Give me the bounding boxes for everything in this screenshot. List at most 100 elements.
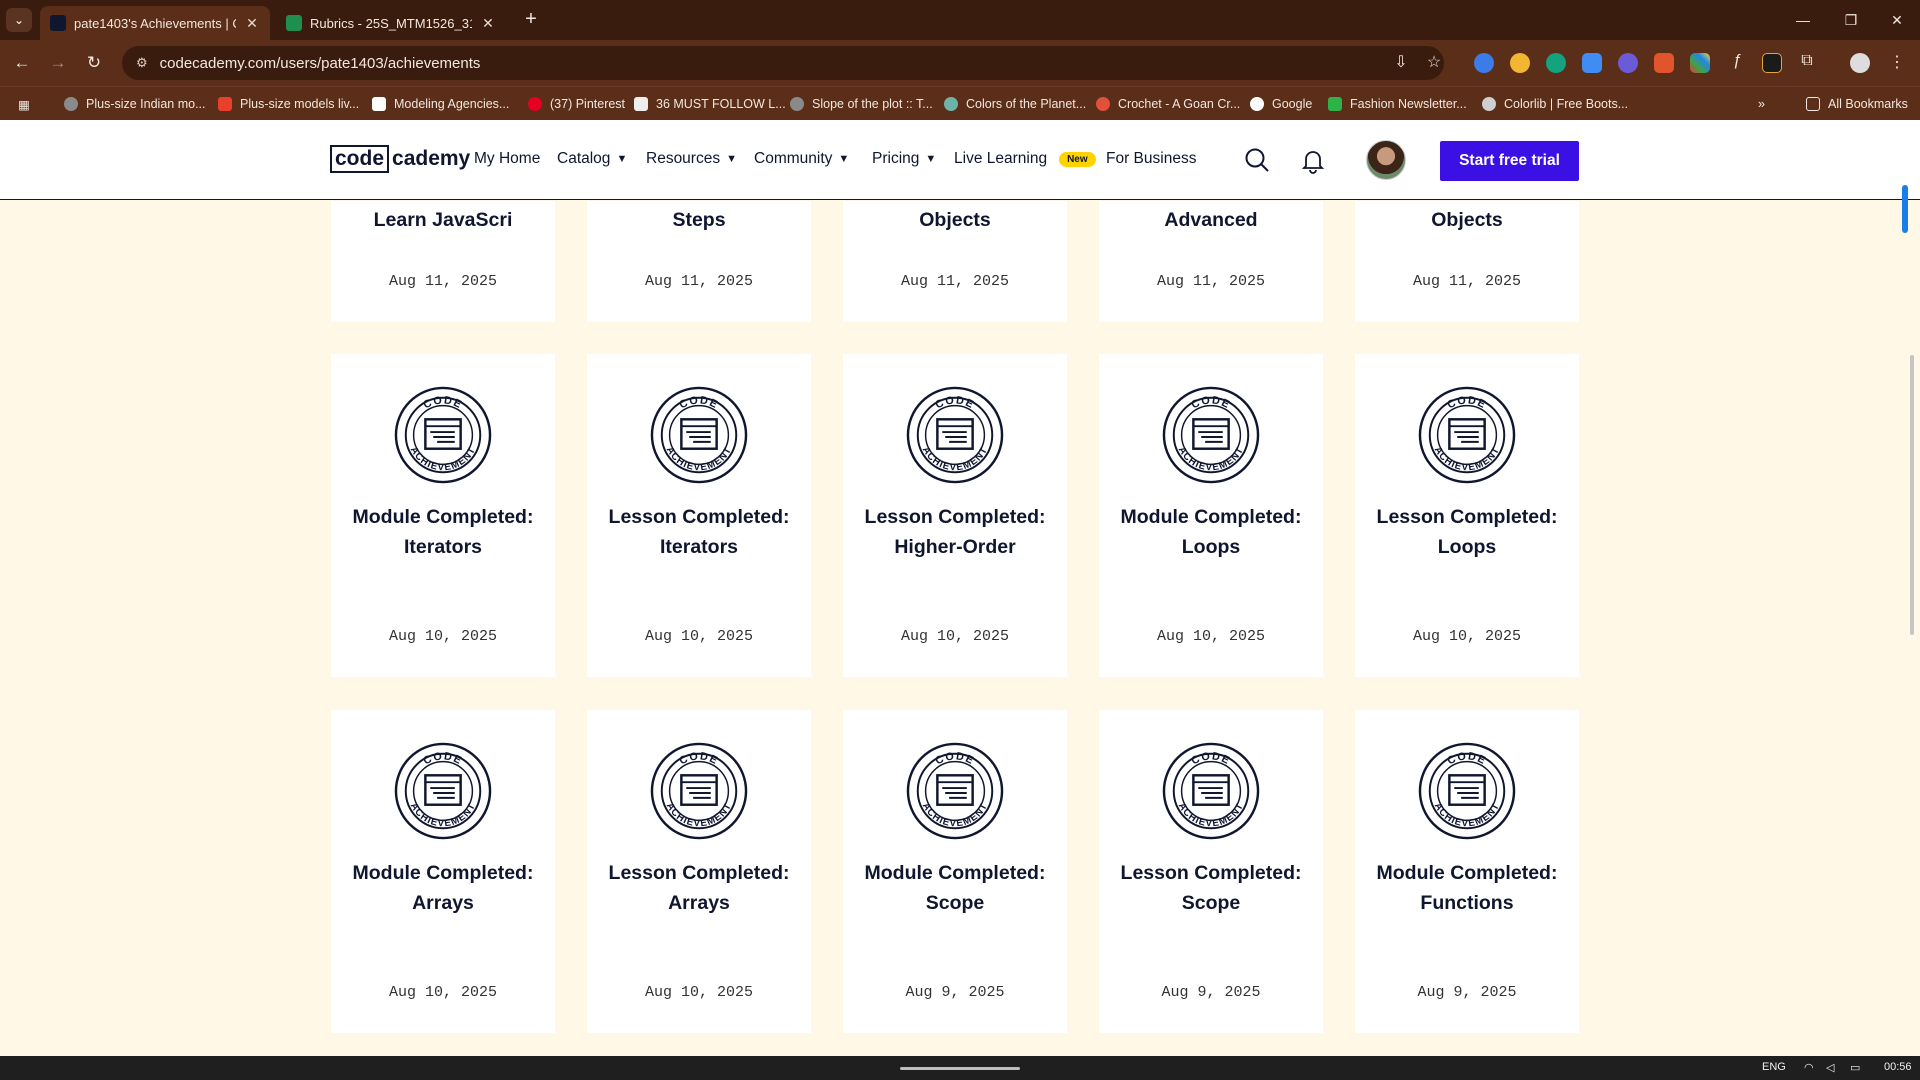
browser-tab-strip: ⌄ pate1403's Achievements | Cod ✕ Rubric… [0, 0, 1920, 40]
code-extension-icon[interactable] [1762, 53, 1782, 73]
color-picker-extension-icon[interactable] [1690, 53, 1710, 73]
language-indicator[interactable]: ENG [1762, 1061, 1786, 1073]
achievement-title: Module Completed: Arrays [352, 862, 534, 914]
tab-achievements[interactable]: pate1403's Achievements | Cod ✕ [40, 6, 270, 40]
tab-title: Rubrics - 25S_MTM1526_310 C [310, 15, 472, 31]
achievement-card[interactable]: CODE ACHIEVEMENT Module Completed: Arrays A… [331, 710, 555, 1033]
achievement-card[interactable]: CODE ACHIEVEMENT Lesson Completed: Iterato… [587, 354, 811, 677]
nav-for-business[interactable]: For Business [1106, 150, 1196, 168]
font-extension-icon[interactable]: ƒ [1726, 52, 1748, 70]
new-tab-button[interactable]: + [520, 8, 542, 31]
achievement-title: Module Completed: Iterators [352, 506, 534, 558]
nav-label: Pricing [872, 150, 920, 167]
install-app-icon[interactable]: ⇩ [1390, 52, 1412, 72]
battery-icon[interactable]: ▭ [1850, 1061, 1860, 1074]
achievement-date: Aug 11, 2025 [388, 273, 498, 290]
forward-button[interactable]: → [46, 51, 70, 75]
achievement-card[interactable]: Advanced Aug 11, 2025 [1099, 201, 1323, 322]
achievement-card[interactable]: Steps Aug 11, 2025 [587, 201, 811, 322]
achievement-card[interactable]: CODE ACHIEVEMENT Lesson Completed: Arrays A… [587, 710, 811, 1033]
bookmark-item[interactable]: Modeling Agencies... [372, 87, 509, 121]
back-button[interactable]: ← [10, 51, 34, 75]
extension-chrome-icon[interactable] [1510, 53, 1530, 73]
achievement-title: Lesson Completed: Loops [1376, 506, 1558, 558]
bookmark-item[interactable]: Fashion Newsletter... [1328, 87, 1467, 121]
user-avatar[interactable] [1366, 140, 1406, 180]
all-bookmarks-button[interactable]: All Bookmarks [1806, 87, 1908, 121]
browser-menu-icon[interactable]: ⋮ [1886, 52, 1908, 72]
colorlib-icon [1482, 97, 1496, 111]
page-scrollbar[interactable] [1910, 355, 1914, 635]
achievement-card[interactable]: CODE ACHIEVEMENT Module Completed: Scope Au… [843, 710, 1067, 1033]
nav-community[interactable]: Community ▼ [754, 150, 849, 168]
bookmark-item[interactable]: Plus-size Indian mo... [64, 87, 206, 121]
achievement-date: Aug 10, 2025 [644, 628, 754, 645]
bookmark-item[interactable]: Crochet - A Goan Cr... [1096, 87, 1240, 121]
extension-v-icon[interactable] [1618, 53, 1638, 73]
achievement-card[interactable]: CODE ACHIEVEMENT Lesson Completed: Loops Au… [1355, 354, 1579, 677]
extension-c-icon[interactable] [1474, 53, 1494, 73]
achievement-title: Lesson Completed: Scope [1120, 862, 1302, 914]
apps-grid-icon[interactable]: ▦ [18, 87, 30, 121]
achievement-card[interactable]: CODE ACHIEVEMENT Lesson Completed: Higher-… [843, 354, 1067, 677]
achievement-card[interactable]: CODE ACHIEVEMENT Module Completed: Loops Au… [1099, 354, 1323, 677]
bookmark-item[interactable]: Plus-size models liv... [218, 87, 359, 121]
clock[interactable]: 00:56 [1884, 1061, 1912, 1073]
taskbar-handle[interactable] [900, 1067, 1020, 1070]
address-bar[interactable]: ⚙ codecademy.com/users/pate1403/achievem… [122, 46, 1444, 80]
achievement-card[interactable]: CODE ACHIEVEMENT Lesson Completed: Scope Au… [1099, 710, 1323, 1033]
notifications-bell-icon[interactable] [1299, 146, 1327, 174]
more-bookmarks-icon[interactable]: » [1758, 87, 1765, 121]
achievement-title: Lesson Completed: Higher-Order [864, 506, 1046, 558]
extension-wifi-icon[interactable] [1654, 53, 1674, 73]
achievement-card[interactable]: Objects Aug 11, 2025 [1355, 201, 1579, 322]
achievement-card[interactable]: CODE ACHIEVEMENT Module Completed: Iterato… [331, 354, 555, 677]
codecademy-logo[interactable]: code cademy [330, 145, 470, 173]
bookmark-label: Plus-size Indian mo... [86, 97, 206, 111]
achievement-card[interactable]: Objects Aug 11, 2025 [843, 201, 1067, 322]
bookmark-item[interactable]: (37) Pinterest [528, 87, 625, 121]
nav-live-learning[interactable]: Live Learning New [954, 150, 1096, 168]
wifi-icon[interactable]: ◠ [1804, 1061, 1814, 1074]
logo-rest-text: cademy [392, 147, 471, 170]
bookmark-item[interactable]: Colors of the Planet... [944, 87, 1086, 121]
bookmark-item[interactable]: Slope of the plot :: T... [790, 87, 933, 121]
restore-button[interactable]: ❐ [1828, 6, 1874, 34]
nav-pricing[interactable]: Pricing ▼ [872, 150, 936, 168]
section-scroll-indicator[interactable] [1902, 185, 1908, 233]
bookmark-item[interactable]: Colorlib | Free Boots... [1482, 87, 1628, 121]
achievement-card[interactable]: Learn JavaScri Aug 11, 2025 [331, 201, 555, 322]
nav-my-home[interactable]: My Home [474, 150, 540, 168]
close-window-button[interactable]: ✕ [1874, 6, 1920, 34]
profile-avatar-icon[interactable] [1850, 53, 1870, 73]
extensions-puzzle-icon[interactable]: ⧉ [1796, 52, 1818, 70]
minimize-button[interactable]: — [1780, 6, 1826, 34]
page-icon [372, 97, 386, 111]
nav-resources[interactable]: Resources ▼ [646, 150, 737, 168]
code-achievement-badge-icon: CODEACHIEVEMENT [1162, 386, 1260, 484]
achievement-card[interactable]: CODE ACHIEVEMENT Module Completed: Functio… [1355, 710, 1579, 1033]
grammarly-icon[interactable] [1546, 53, 1566, 73]
caret-down-icon: ▼ [925, 153, 937, 165]
achievement-date: Aug 9, 2025 [905, 984, 1005, 1001]
bookmark-item[interactable]: 36 MUST FOLLOW L... [634, 87, 786, 121]
close-tab-icon[interactable]: ✕ [244, 15, 260, 32]
nav-catalog[interactable]: Catalog ▼ [557, 150, 627, 168]
site-info-icon[interactable]: ⚙ [136, 55, 148, 71]
achievement-title: Objects [919, 209, 991, 231]
close-tab-icon[interactable]: ✕ [480, 15, 496, 32]
achievement-date: Aug 11, 2025 [644, 273, 754, 290]
volume-icon[interactable]: ◁ [1826, 1061, 1834, 1074]
tab-search-button[interactable]: ⌄ [6, 8, 32, 32]
extension-square-icon[interactable] [1582, 53, 1602, 73]
reload-button[interactable]: ↻ [82, 51, 106, 75]
crochet-icon [1096, 97, 1110, 111]
tab-rubrics[interactable]: Rubrics - 25S_MTM1526_310 C ✕ [276, 6, 506, 40]
achievement-date: Aug 10, 2025 [900, 628, 1010, 645]
bookmark-star-icon[interactable]: ☆ [1423, 52, 1445, 72]
search-icon[interactable] [1243, 146, 1271, 174]
achievement-date: Aug 10, 2025 [1412, 628, 1522, 645]
bookmark-item[interactable]: Google [1250, 87, 1312, 121]
start-free-trial-button[interactable]: Start free trial [1440, 141, 1579, 181]
code-achievement-badge-icon: CODEACHIEVEMENT [394, 742, 492, 840]
